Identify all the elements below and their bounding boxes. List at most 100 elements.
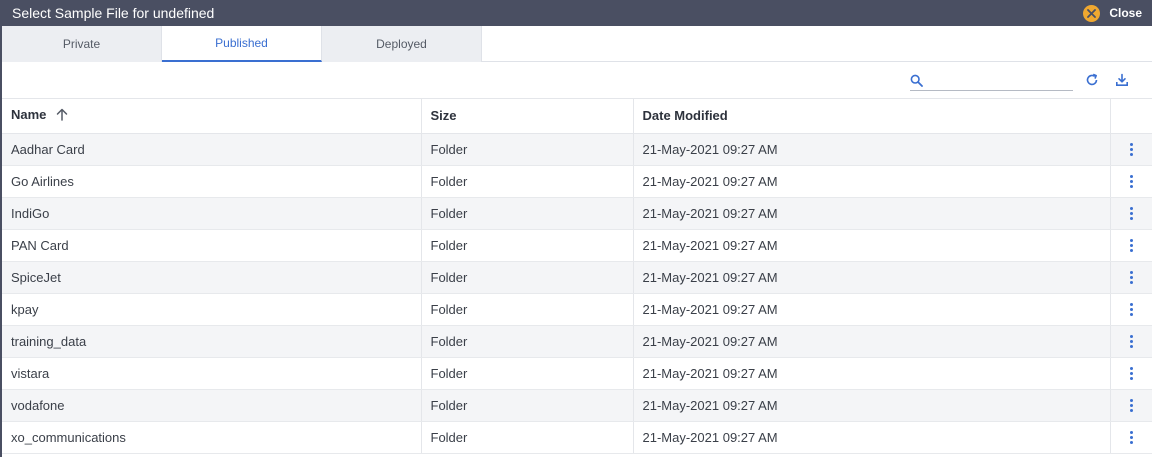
cell-actions (1110, 389, 1152, 422)
cell-date-modified: 21-May-2021 09:27 AM (633, 293, 1111, 326)
cell-name[interactable]: kpay (2, 293, 422, 326)
kebab-dot (1129, 216, 1133, 220)
table-row[interactable]: IndiGo Folder 21-May-2021 09:27 AM (2, 197, 1152, 230)
table-row[interactable]: training_data Folder 21-May-2021 09:27 AM (2, 325, 1152, 358)
kebab-dot (1129, 147, 1133, 151)
cell-date-modified: 21-May-2021 09:27 AM (633, 325, 1111, 358)
cell-name[interactable]: IndiGo (2, 197, 422, 230)
kebab-dot (1129, 430, 1133, 434)
column-header-size[interactable]: Size (421, 99, 634, 134)
download-icon[interactable] (1114, 72, 1130, 88)
kebab-dot (1129, 248, 1133, 252)
cell-name[interactable]: Aadhar Card (2, 133, 422, 166)
kebab-dot (1129, 243, 1133, 247)
select-sample-file-dialog: Select Sample File for undefined Close P… (0, 0, 1152, 457)
more-vertical-icon[interactable] (1123, 205, 1139, 221)
close-icon[interactable] (1083, 4, 1101, 22)
kebab-dot (1129, 270, 1133, 274)
kebab-dot (1129, 312, 1133, 316)
table-row[interactable]: PAN Card Folder 21-May-2021 09:27 AM (2, 229, 1152, 262)
cell-size: Folder (421, 197, 634, 230)
cell-actions (1110, 261, 1152, 294)
more-vertical-icon[interactable] (1123, 429, 1139, 445)
cell-name[interactable]: training_data (2, 325, 422, 358)
kebab-dot (1129, 398, 1133, 402)
kebab-dot (1129, 366, 1133, 370)
close-button[interactable]: Close (1083, 4, 1142, 22)
cell-actions (1110, 357, 1152, 390)
file-table: Name Size Date Modified Aadhar Card Folde… (2, 99, 1152, 454)
close-label[interactable]: Close (1109, 6, 1142, 20)
more-vertical-icon[interactable] (1123, 333, 1139, 349)
table-row[interactable]: vistara Folder 21-May-2021 09:27 AM (2, 357, 1152, 390)
kebab-dot (1129, 280, 1133, 284)
table-header-row: Name Size Date Modified (2, 99, 1152, 134)
more-vertical-icon[interactable] (1123, 397, 1139, 413)
table-row[interactable]: SpiceJet Folder 21-May-2021 09:27 AM (2, 261, 1152, 294)
table-row[interactable]: Go Airlines Folder 21-May-2021 09:27 AM (2, 165, 1152, 198)
kebab-dot (1129, 371, 1133, 375)
more-vertical-icon[interactable] (1123, 141, 1139, 157)
kebab-dot (1129, 376, 1133, 380)
search-box (910, 71, 1073, 91)
kebab-dot (1129, 275, 1133, 279)
kebab-dot (1129, 206, 1133, 210)
tab-bar: Private Published Deployed (2, 26, 1152, 62)
cell-name[interactable]: vodafone (2, 389, 422, 422)
kebab-dot (1129, 440, 1133, 444)
cell-size: Folder (421, 325, 634, 358)
cell-date-modified: 21-May-2021 09:27 AM (633, 165, 1111, 198)
kebab-dot (1129, 152, 1133, 156)
dialog-titlebar: Select Sample File for undefined Close (2, 0, 1152, 26)
cell-size: Folder (421, 293, 634, 326)
cell-name[interactable]: vistara (2, 357, 422, 390)
tab-deployed[interactable]: Deployed (322, 26, 482, 62)
cell-date-modified: 21-May-2021 09:27 AM (633, 133, 1111, 166)
cell-date-modified: 21-May-2021 09:27 AM (633, 421, 1111, 454)
more-vertical-icon[interactable] (1123, 365, 1139, 381)
tab-private[interactable]: Private (2, 26, 162, 62)
cell-name[interactable]: Go Airlines (2, 165, 422, 198)
cell-actions (1110, 229, 1152, 262)
kebab-dot (1129, 142, 1133, 146)
cell-name[interactable]: PAN Card (2, 229, 422, 262)
kebab-dot (1129, 302, 1133, 306)
cell-name[interactable]: xo_communications (2, 421, 422, 454)
kebab-dot (1129, 435, 1133, 439)
more-vertical-icon[interactable] (1123, 237, 1139, 253)
cell-actions (1110, 133, 1152, 166)
column-header-name[interactable]: Name (2, 99, 422, 134)
table-row[interactable]: Aadhar Card Folder 21-May-2021 09:27 AM (2, 133, 1152, 166)
cell-name[interactable]: SpiceJet (2, 261, 422, 294)
more-vertical-icon[interactable] (1123, 301, 1139, 317)
arrow-up-icon[interactable] (56, 108, 68, 124)
cell-size: Folder (421, 133, 634, 166)
cell-actions (1110, 197, 1152, 230)
kebab-dot (1129, 339, 1133, 343)
search-input[interactable] (927, 71, 1067, 90)
kebab-dot (1129, 307, 1133, 311)
more-vertical-icon[interactable] (1123, 269, 1139, 285)
table-row[interactable]: xo_communications Folder 21-May-2021 09:27… (2, 421, 1152, 454)
tab-published[interactable]: Published (162, 26, 322, 62)
column-header-actions (1110, 99, 1152, 134)
cell-date-modified: 21-May-2021 09:27 AM (633, 357, 1111, 390)
column-header-name-label[interactable]: Name (11, 107, 46, 122)
kebab-dot (1129, 174, 1133, 178)
toolbar (2, 62, 1152, 99)
cell-size: Folder (421, 261, 634, 294)
search-icon[interactable] (910, 74, 923, 87)
column-header-date-modified[interactable]: Date Modified (633, 99, 1111, 134)
cell-date-modified: 21-May-2021 09:27 AM (633, 261, 1111, 294)
table-row[interactable]: kpay Folder 21-May-2021 09:27 AM (2, 293, 1152, 326)
more-vertical-icon[interactable] (1123, 173, 1139, 189)
table-row[interactable]: vodafone Folder 21-May-2021 09:27 AM (2, 389, 1152, 422)
cell-date-modified: 21-May-2021 09:27 AM (633, 229, 1111, 262)
kebab-dot (1129, 211, 1133, 215)
cell-actions (1110, 165, 1152, 198)
refresh-icon[interactable] (1084, 72, 1100, 88)
kebab-dot (1129, 179, 1133, 183)
cell-actions (1110, 421, 1152, 454)
kebab-dot (1129, 408, 1133, 412)
cell-size: Folder (421, 229, 634, 262)
